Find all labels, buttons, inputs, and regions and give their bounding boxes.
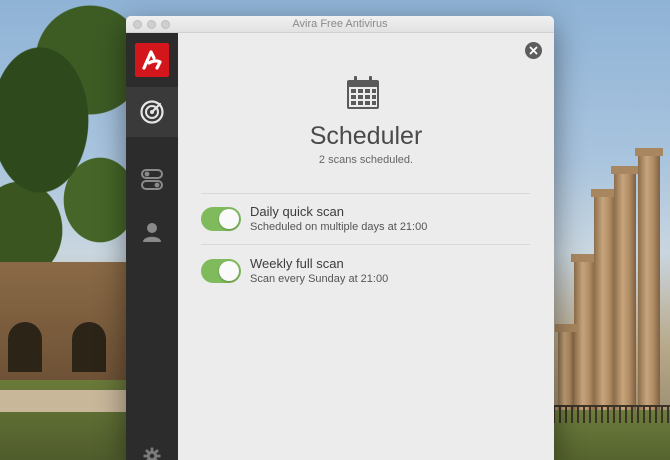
sidebar <box>126 33 178 460</box>
daily-scan-toggle[interactable] <box>201 207 241 231</box>
fence <box>553 405 670 423</box>
calendar-icon <box>347 76 379 109</box>
toggles-icon <box>141 169 163 190</box>
column <box>611 166 639 410</box>
column <box>555 324 577 410</box>
sidebar-item-scan[interactable] <box>126 87 178 137</box>
weekly-scan-toggle[interactable] <box>201 259 241 283</box>
title-bar[interactable]: Avira Free Antivirus <box>126 16 554 33</box>
schedule-item-title: Weekly full scan <box>250 256 344 271</box>
divider <box>201 193 530 194</box>
radar-scan-icon <box>140 100 164 124</box>
close-icon <box>529 46 538 55</box>
toggle-knob <box>219 209 239 229</box>
column <box>591 189 619 410</box>
close-button[interactable] <box>525 42 542 59</box>
column <box>571 254 599 410</box>
schedule-item-detail: Scan every Sunday at 21:00 <box>250 273 389 285</box>
page-title: Scheduler <box>309 122 423 150</box>
app-window: Avira Free Antivirus Scheduler 2 scans s… <box>126 16 554 460</box>
toggle-knob <box>219 261 239 281</box>
stone-wall <box>0 390 126 412</box>
gear-icon <box>143 447 161 460</box>
scheduler-panel: Scheduler 2 scans scheduled. Daily quick… <box>178 33 554 460</box>
schedule-item-detail: Scheduled on multiple days at 21:00 <box>250 221 428 233</box>
divider <box>201 244 530 245</box>
scan-count: 2 scans scheduled. <box>318 154 414 166</box>
avira-logo-icon[interactable] <box>135 43 169 77</box>
ruins-left <box>0 262 126 382</box>
user-icon <box>143 223 161 242</box>
column <box>635 148 663 410</box>
window-title: Avira Free Antivirus <box>292 18 388 30</box>
schedule-item-title: Daily quick scan <box>250 204 344 219</box>
